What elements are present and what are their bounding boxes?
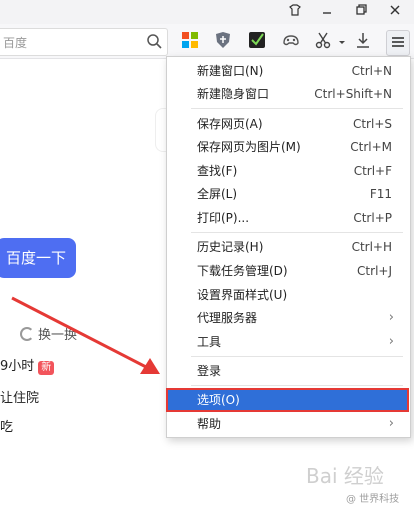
menu-item-login[interactable]: 登录	[167, 360, 408, 382]
submenu-chevron-icon: ›	[388, 334, 394, 349]
menu-item-label: 选项(O)	[197, 393, 240, 407]
title-bar	[0, 0, 414, 24]
menu-item-find[interactable]: 查找(F) Ctrl+F	[167, 160, 408, 182]
menu-item-label: 下载任务管理(D)	[197, 264, 288, 278]
menu-divider	[191, 385, 403, 386]
menu-item-downloads[interactable]: 下载任务管理(D) Ctrl+J	[167, 260, 408, 282]
menu-item-label: 全屏(L)	[197, 187, 238, 201]
menu-item-new-window[interactable]: 新建窗口(N) Ctrl+N	[167, 60, 408, 82]
menu-item-shortcut: Ctrl+J	[357, 264, 392, 278]
download-icon[interactable]	[354, 31, 376, 53]
notes-icon[interactable]	[248, 31, 270, 53]
menu-button[interactable]	[386, 30, 410, 56]
menu-item-label: 打印(P)...	[197, 211, 250, 225]
menu-item-label: 帮助	[197, 417, 222, 431]
menu-item-fullscreen[interactable]: 全屏(L) F11	[167, 183, 408, 205]
apps-icon[interactable]	[181, 31, 203, 53]
close-icon[interactable]	[386, 3, 404, 21]
menu-item-shortcut: Ctrl+N	[351, 64, 392, 78]
browser-toolbar: 百度	[0, 24, 414, 59]
scissors-icon[interactable]	[314, 31, 336, 53]
menu-item-label: 保存网页为图片(M)	[197, 140, 301, 154]
menu-item-label: 查找(F)	[197, 164, 238, 178]
menu-item-ui-style[interactable]: 设置界面样式(U)	[167, 284, 408, 306]
watermark-logo: Bai 经验	[306, 464, 384, 488]
main-menu: 新建窗口(N) Ctrl+N 新建隐身窗口 Ctrl+Shift+N 保存网页(A)…	[166, 56, 411, 438]
shield-icon[interactable]	[214, 31, 236, 53]
menu-divider	[191, 356, 403, 357]
menu-item-label: 历史记录(H)	[197, 240, 264, 254]
menu-item-shortcut: Ctrl+H	[351, 240, 392, 254]
search-icon[interactable]	[145, 32, 163, 50]
menu-item-label: 新建窗口(N)	[197, 64, 264, 78]
menu-item-label: 登录	[197, 364, 222, 378]
menu-item-history[interactable]: 历史记录(H) Ctrl+H	[167, 236, 408, 258]
menu-item-save-image[interactable]: 保存网页为图片(M) Ctrl+M	[167, 136, 408, 158]
menu-item-new-incognito[interactable]: 新建隐身窗口 Ctrl+Shift+N	[167, 83, 408, 105]
menu-item-label: 工具	[197, 335, 222, 349]
annotation-arrow	[11, 296, 160, 374]
hot-item-3[interactable]: 吃	[0, 416, 13, 435]
skin-icon[interactable]	[286, 3, 304, 21]
menu-item-proxy[interactable]: 代理服务器 ›	[167, 307, 408, 329]
menu-item-label: 新建隐身窗口	[197, 87, 270, 101]
menu-item-label: 代理服务器	[197, 311, 258, 325]
menu-item-print[interactable]: 打印(P)... Ctrl+P	[167, 207, 408, 229]
restore-icon[interactable]	[352, 3, 370, 21]
menu-divider	[191, 108, 403, 109]
menu-item-tools[interactable]: 工具 ›	[167, 331, 408, 353]
submenu-chevron-icon: ›	[388, 310, 394, 325]
search-placeholder: 百度	[3, 36, 28, 50]
minimize-icon[interactable]	[318, 3, 336, 21]
chevron-down-icon[interactable]	[338, 34, 348, 56]
menu-item-label: 设置界面样式(U)	[197, 288, 288, 302]
menu-item-options[interactable]: 选项(O)	[166, 388, 409, 412]
menu-item-help[interactable]: 帮助 ›	[167, 413, 408, 435]
menu-divider	[191, 232, 403, 233]
menu-item-shortcut: Ctrl+Shift+N	[314, 87, 392, 101]
game-icon[interactable]	[281, 31, 303, 53]
menu-item-save-page[interactable]: 保存网页(A) Ctrl+S	[167, 113, 408, 135]
menu-item-label: 保存网页(A)	[197, 117, 263, 131]
watermark-author: @ 世界科技	[346, 494, 400, 505]
menu-item-shortcut: F11	[369, 187, 392, 201]
menu-item-shortcut: Ctrl+S	[352, 117, 392, 131]
watermark: Bai 经验 @ 世界科技	[300, 458, 410, 508]
menu-item-shortcut: Ctrl+P	[353, 211, 392, 225]
baidu-search-button[interactable]: 百度一下	[0, 238, 76, 278]
menu-item-shortcut: Ctrl+M	[350, 140, 392, 154]
search-input[interactable]: 百度	[0, 28, 168, 56]
submenu-chevron-icon: ›	[388, 416, 394, 431]
menu-item-shortcut: Ctrl+F	[353, 164, 392, 178]
hamburger-icon	[392, 37, 404, 47]
